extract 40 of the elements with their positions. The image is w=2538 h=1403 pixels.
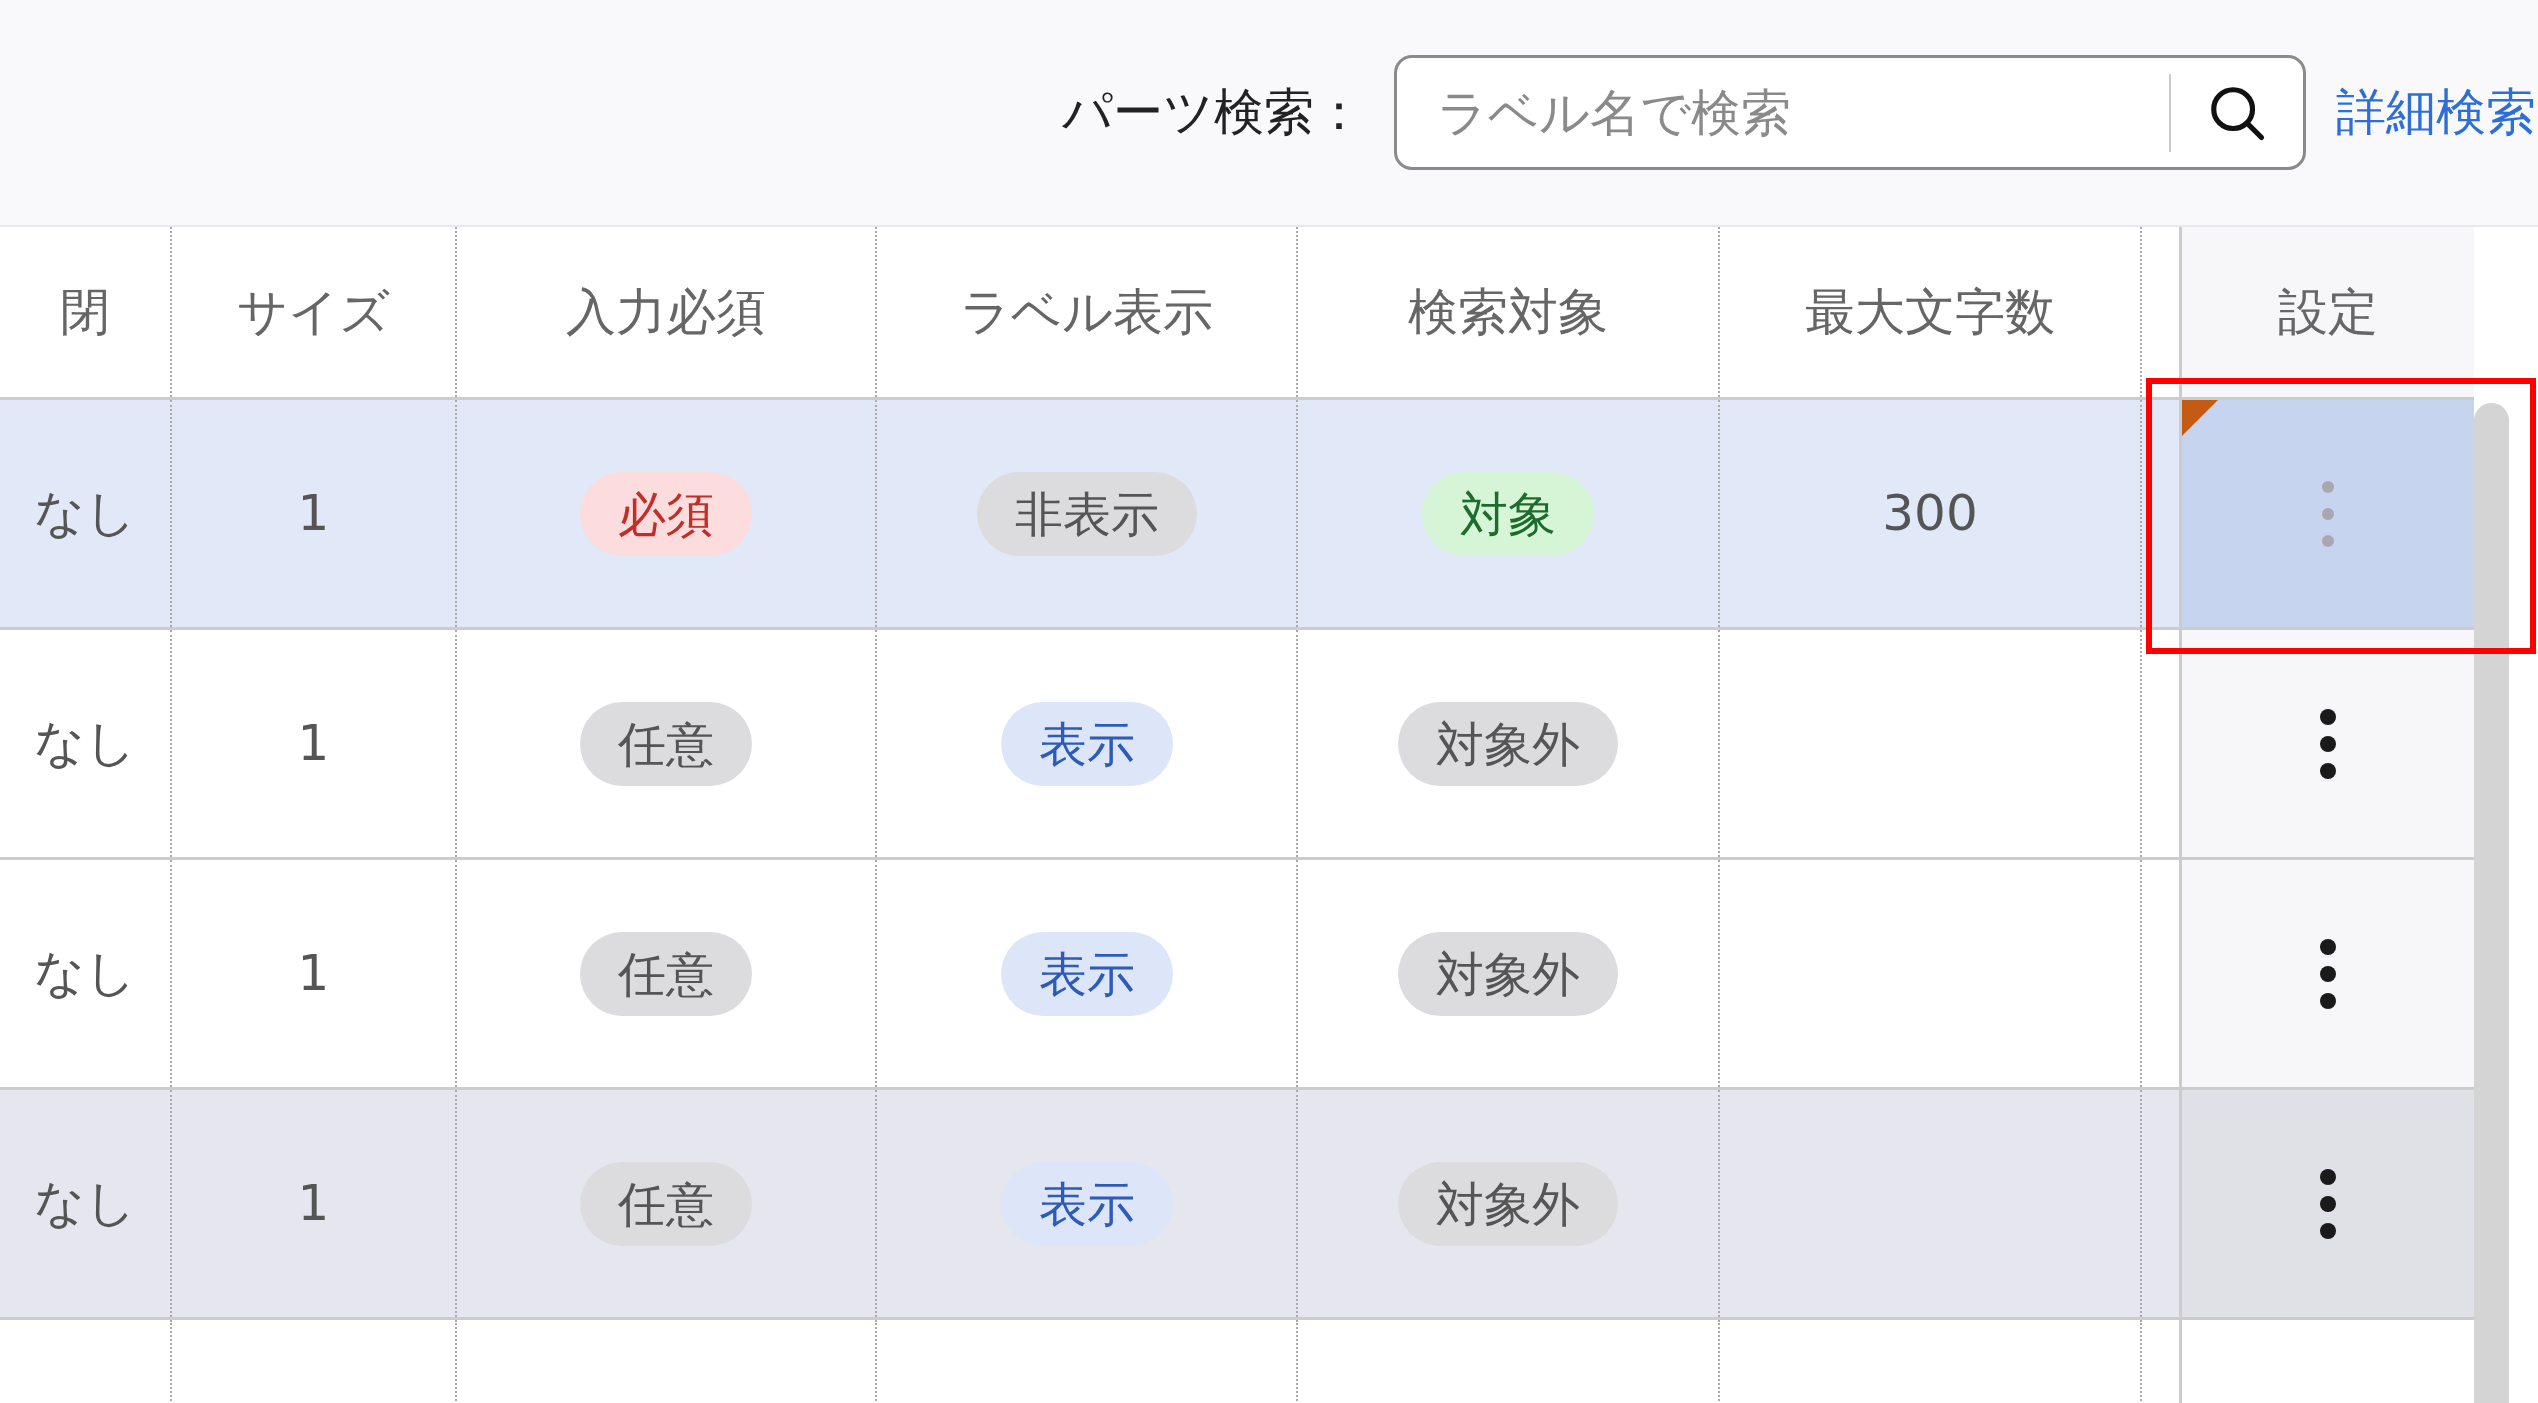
search-label: パーツ検索： bbox=[1062, 82, 1364, 143]
cell-text: なし bbox=[34, 713, 136, 774]
cell-text: 1 bbox=[297, 713, 330, 774]
search-input[interactable]: ラベル名で検索 bbox=[1397, 58, 2169, 167]
column-header: サイズ bbox=[237, 281, 390, 343]
cell-text: なし bbox=[34, 943, 136, 1004]
cell-text: なし bbox=[34, 483, 136, 544]
status-label: 表示 bbox=[1000, 1161, 1173, 1246]
cell-text: 1 bbox=[297, 1173, 330, 1234]
column-header: 最大文字数 bbox=[1805, 281, 2055, 343]
status-label: 対象 bbox=[1422, 471, 1594, 556]
cell-text: なし bbox=[34, 1173, 136, 1234]
cell-text: 300 bbox=[1882, 483, 1978, 544]
status-label: 対象外 bbox=[1398, 931, 1618, 1016]
table-row[interactable]: なし 1 任意 表示 対象外 bbox=[0, 860, 2474, 1090]
advanced-search-link[interactable]: 詳細検索 bbox=[2336, 75, 2538, 150]
column-header: 入力必須 bbox=[566, 281, 766, 343]
column-header: 設定 bbox=[2278, 281, 2378, 343]
status-label: 任意 bbox=[580, 1161, 752, 1246]
scrollbar[interactable] bbox=[2474, 403, 2509, 1403]
column-header: 閉 bbox=[60, 281, 110, 343]
status-label: 任意 bbox=[580, 931, 752, 1016]
cell-text: 1 bbox=[297, 943, 330, 1004]
column-header: 検索対象 bbox=[1408, 281, 1608, 343]
status-label: 対象外 bbox=[1398, 701, 1618, 786]
status-label: 表示 bbox=[1000, 931, 1173, 1016]
table-row[interactable]: なし 1 任意 表示 対象外 bbox=[0, 630, 2474, 860]
search-field[interactable]: ラベル名で検索 bbox=[1394, 55, 2306, 170]
more-menu-icon[interactable] bbox=[2318, 936, 2338, 1011]
table-row[interactable]: なし 1 必須 非表示 対象 300 bbox=[0, 400, 2474, 630]
status-label: 対象外 bbox=[1398, 1161, 1618, 1246]
status-label: 任意 bbox=[580, 701, 752, 786]
status-label: 必須 bbox=[580, 471, 752, 556]
cell-text: 1 bbox=[297, 483, 330, 544]
more-menu-icon[interactable] bbox=[2318, 1166, 2338, 1241]
status-label: 表示 bbox=[1000, 701, 1173, 786]
column-header: ラベル表示 bbox=[960, 281, 1213, 343]
status-label: 非表示 bbox=[976, 471, 1197, 556]
table-row[interactable]: なし 1 任意 表示 対象外 bbox=[0, 1090, 2474, 1320]
more-menu-icon[interactable] bbox=[2318, 706, 2338, 781]
